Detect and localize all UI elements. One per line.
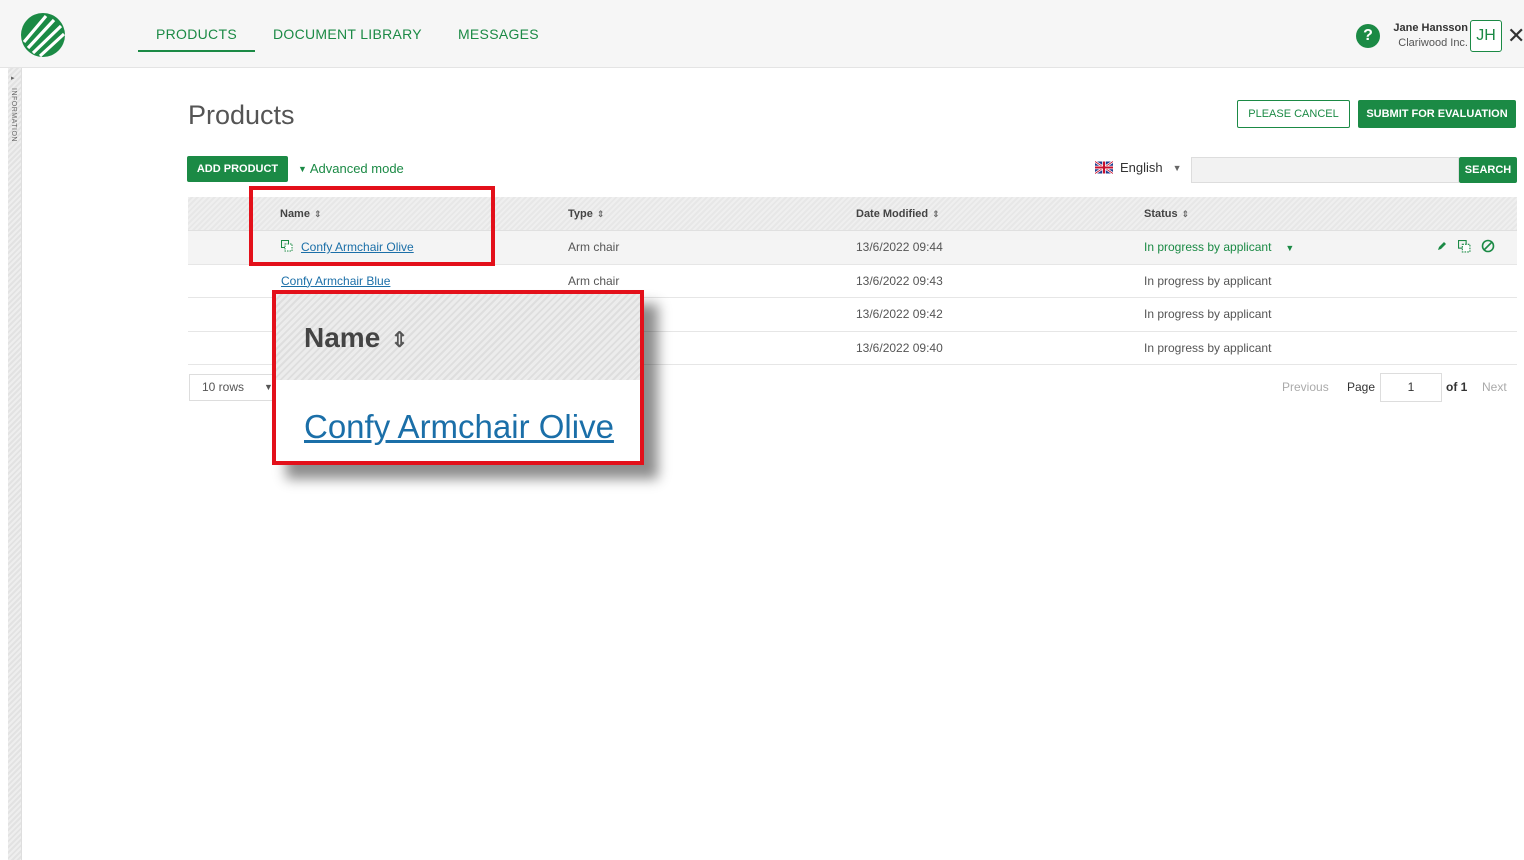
swan-logo-icon[interactable]: [20, 12, 66, 58]
page-label: Page: [1347, 380, 1376, 394]
zoom-callout: Name ⇕ Confy Armchair Olive: [272, 290, 644, 465]
search-input[interactable]: [1191, 157, 1459, 183]
please-cancel-button[interactable]: PLEASE CANCEL: [1237, 100, 1350, 128]
column-header-date-modified[interactable]: Date Modified ⇕: [856, 208, 940, 220]
advanced-mode-label: Advanced mode: [309, 161, 404, 176]
submit-for-evaluation-button[interactable]: SUBMIT FOR EVALUATION: [1358, 100, 1516, 128]
help-icon[interactable]: ?: [1356, 24, 1380, 48]
page-count-label: of 1: [1446, 380, 1468, 394]
rows-per-page-select[interactable]: 10 rows ▼: [189, 374, 281, 401]
main-nav: PRODUCTS DOCUMENT LIBRARY MESSAGES: [138, 0, 557, 68]
sort-icon: ⇕: [596, 209, 605, 219]
date-modified: 13/6/2022 09:42: [856, 307, 943, 321]
column-header-type[interactable]: Type ⇕: [568, 208, 604, 220]
advanced-mode-toggle[interactable]: ▼ Advanced mode: [298, 161, 404, 176]
caret-down-icon: ▼: [298, 164, 307, 174]
nav-tab-messages[interactable]: MESSAGES: [440, 0, 557, 52]
language-label: English: [1120, 160, 1163, 175]
column-header-status[interactable]: Status ⇕: [1144, 208, 1189, 220]
uk-flag-icon: [1095, 161, 1113, 174]
close-icon[interactable]: ✕: [1507, 23, 1524, 49]
user-organization: Clariwood Inc.: [1398, 37, 1468, 49]
language-selector[interactable]: English ▼: [1095, 160, 1182, 175]
user-name: Jane Hansson: [1393, 22, 1468, 34]
expand-arrow-icon: ▸: [11, 75, 15, 82]
zoom-header: Name ⇕: [276, 294, 640, 380]
product-name-link[interactable]: Confy Armchair Blue: [281, 274, 390, 288]
nav-tab-products[interactable]: PRODUCTS: [138, 0, 255, 52]
information-side-panel[interactable]: ▸ INFORMATION: [8, 68, 22, 860]
previous-page-button[interactable]: Previous: [1282, 380, 1329, 394]
row-actions: [1436, 239, 1495, 253]
search-button[interactable]: SEARCH: [1459, 157, 1517, 183]
page-number-input[interactable]: 1: [1380, 373, 1442, 402]
date-modified: 13/6/2022 09:43: [856, 273, 943, 288]
status-text: In progress by applicant: [1144, 273, 1272, 288]
sort-icon: ⇕: [390, 327, 409, 352]
zoom-header-label: Name ⇕: [304, 322, 409, 353]
product-type: Arm chair: [568, 240, 620, 254]
date-modified: 13/6/2022 09:40: [856, 340, 943, 355]
status-text: In progress by applicant: [1144, 340, 1272, 355]
top-bar: PRODUCTS DOCUMENT LIBRARY MESSAGES ? Jan…: [0, 0, 1524, 68]
user-info[interactable]: Jane Hansson Clariwood Inc.: [1386, 21, 1468, 51]
chevron-down-icon: ▼: [1172, 162, 1182, 173]
zoom-product-link: Confy Armchair Olive: [304, 408, 614, 445]
product-type: Arm chair: [568, 273, 620, 288]
disable-icon[interactable]: [1481, 239, 1495, 253]
sort-icon: ⇕: [1181, 209, 1190, 219]
status-text: In progress by applicant: [1144, 307, 1272, 321]
page-title: Products: [188, 100, 295, 130]
avatar[interactable]: JH: [1470, 20, 1502, 52]
nav-tab-document-library[interactable]: DOCUMENT LIBRARY: [255, 0, 440, 52]
sort-icon: ⇕: [932, 209, 940, 219]
information-label: INFORMATION: [10, 88, 17, 142]
date-modified: 13/6/2022 09:44: [856, 240, 943, 254]
edit-pencil-icon[interactable]: [1436, 240, 1448, 252]
add-product-button[interactable]: ADD PRODUCT: [187, 156, 288, 182]
status-dropdown[interactable]: In progress by applicant ▼: [1144, 240, 1294, 254]
next-page-button[interactable]: Next: [1482, 380, 1507, 394]
copy-icon[interactable]: [1458, 239, 1471, 253]
chevron-down-icon: ▼: [1285, 243, 1295, 253]
highlight-annotation: [249, 186, 495, 266]
